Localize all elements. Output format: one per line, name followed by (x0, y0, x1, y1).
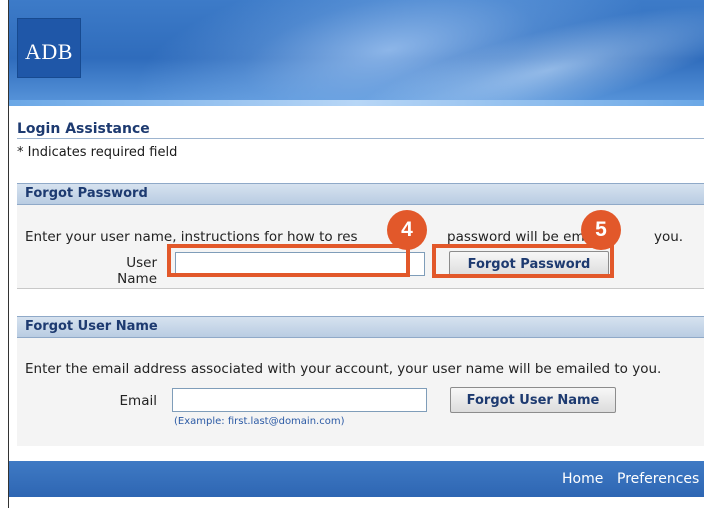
forgot-username-section-header: Forgot User Name (17, 316, 704, 338)
required-field-note: * Indicates required field (17, 145, 178, 160)
footer-home-link[interactable]: Home (562, 471, 603, 487)
app-frame: ADB Login Assistance * Indicates require… (8, 0, 704, 508)
forgot-username-section-body: Enter the email address associated with … (17, 338, 704, 446)
forgot-password-section-header: Forgot Password (17, 183, 704, 205)
callout-badge-5: 5 (581, 210, 621, 250)
forgot-username-button[interactable]: Forgot User Name (450, 387, 616, 413)
adb-logo: ADB (17, 18, 81, 78)
forgot-password-instructions-middle: password will be ema (447, 229, 593, 245)
logo-text: ADB (25, 39, 73, 64)
username-label: User Name (117, 255, 157, 287)
header-divider (9, 100, 704, 106)
page-header: ADB (9, 0, 704, 106)
page-title: Login Assistance (17, 121, 150, 137)
email-example-hint: (Example: first.last@domain.com) (174, 416, 345, 427)
title-divider (17, 138, 704, 139)
forgot-password-instructions-start: Enter your user name, instructions for h… (25, 229, 358, 245)
page-footer: Home Preferences (9, 461, 704, 497)
callout-highlight-forgot-password (432, 244, 614, 278)
email-input[interactable] (172, 388, 427, 412)
forgot-username-instructions: Enter the email address associated with … (25, 361, 662, 377)
section-title: Forgot Password (25, 186, 148, 201)
footer-preferences-link[interactable]: Preferences (617, 471, 699, 487)
section-title: Forgot User Name (25, 319, 158, 334)
forgot-password-instructions-end: you. (654, 229, 684, 245)
email-label: Email (119, 393, 157, 409)
callout-badge-4: 4 (387, 210, 427, 250)
callout-highlight-username (167, 244, 410, 277)
